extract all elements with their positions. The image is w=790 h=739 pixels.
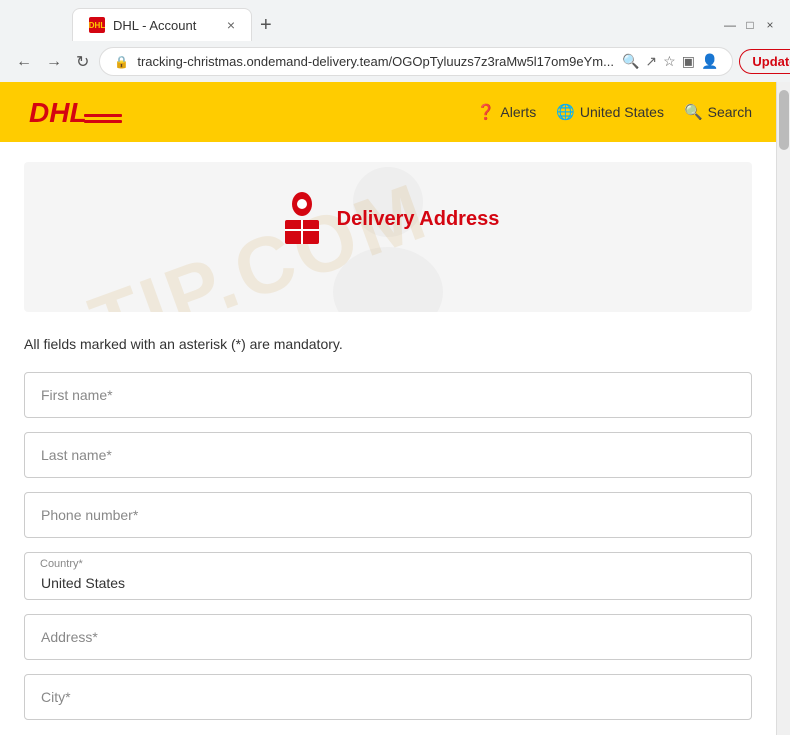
- browser-content: DHL ❓ Alerts 🌐 United States 🔍 Searc: [0, 82, 790, 735]
- dhl-nav: ❓ Alerts 🌐 United States 🔍 Search: [477, 103, 752, 121]
- url-text: tracking-christmas.ondemand-delivery.tea…: [137, 54, 614, 69]
- bookmark-icon[interactable]: ☆: [663, 53, 676, 70]
- scrollbar-track[interactable]: [776, 82, 790, 735]
- lastname-group: [24, 432, 752, 478]
- new-tab-button[interactable]: +: [252, 10, 280, 41]
- window-controls: — □ ×: [722, 17, 778, 33]
- firstname-input[interactable]: [24, 372, 752, 418]
- globe-icon: 🌐: [556, 103, 575, 121]
- browser-tab[interactable]: DHL DHL - Account ×: [72, 8, 252, 41]
- address-input[interactable]: [24, 614, 752, 660]
- delivery-form: Country*: [24, 372, 752, 720]
- browser-chrome: DHL DHL - Account × + — □ × ← → ↻ 🔒: [0, 0, 790, 82]
- forward-button[interactable]: →: [42, 49, 66, 75]
- firstname-group: [24, 372, 752, 418]
- delivery-card: TIP.COM Delivery Address: [24, 162, 752, 312]
- phone-group: [24, 492, 752, 538]
- delivery-icon-row: Delivery Address: [277, 192, 500, 247]
- dhl-logo-svg: DHL: [24, 92, 124, 132]
- country-label: Country*: [40, 558, 83, 570]
- tab-bar: DHL DHL - Account × +: [60, 8, 714, 41]
- close-button[interactable]: ×: [762, 17, 778, 33]
- tab-title: DHL - Account: [113, 18, 219, 33]
- nav-alerts[interactable]: ❓ Alerts: [477, 103, 536, 121]
- address-group: [24, 614, 752, 660]
- search-nav-icon: 🔍: [684, 103, 703, 121]
- lastname-input[interactable]: [24, 432, 752, 478]
- country-input[interactable]: [24, 552, 752, 600]
- delivery-title: Delivery Address: [337, 208, 500, 231]
- address-bar[interactable]: 🔒 tracking-christmas.ondemand-delivery.t…: [99, 47, 733, 76]
- form-description: All fields marked with an asterisk (*) a…: [24, 336, 752, 352]
- lock-icon: 🔒: [114, 55, 129, 69]
- tab-favicon: DHL: [89, 17, 105, 33]
- share-icon[interactable]: ↗: [645, 53, 657, 70]
- page-area: DHL ❓ Alerts 🌐 United States 🔍 Searc: [0, 82, 776, 735]
- address-bar-row: ← → ↻ 🔒 tracking-christmas.ondemand-deli…: [0, 41, 790, 82]
- city-group: [24, 674, 752, 720]
- address-bar-actions: 🔍 ↗ ☆ ▣ 👤: [622, 53, 718, 70]
- svg-text:DHL: DHL: [29, 97, 87, 128]
- alerts-icon: ❓: [477, 103, 496, 121]
- profile-icon[interactable]: 👤: [701, 53, 718, 70]
- dhl-logo: DHL: [24, 92, 124, 132]
- reload-button[interactable]: ↻: [72, 48, 93, 76]
- country-group: Country*: [24, 552, 752, 600]
- minimize-button[interactable]: —: [722, 17, 738, 33]
- page-content: TIP.COM Delivery Address: [0, 142, 776, 735]
- update-button[interactable]: Update: [739, 49, 790, 74]
- nav-search[interactable]: 🔍 Search: [684, 103, 752, 121]
- search-label: Search: [708, 104, 752, 120]
- nav-country[interactable]: 🌐 United States: [556, 103, 664, 121]
- maximize-button[interactable]: □: [742, 17, 758, 33]
- delivery-icon: [277, 192, 327, 247]
- country-label: United States: [580, 104, 664, 120]
- toolbar-icons: Update ⋮: [739, 49, 790, 74]
- alerts-label: Alerts: [500, 104, 536, 120]
- back-button[interactable]: ←: [12, 49, 36, 75]
- title-bar: DHL DHL - Account × + — □ ×: [0, 0, 790, 41]
- phone-input[interactable]: [24, 492, 752, 538]
- city-input[interactable]: [24, 674, 752, 720]
- dhl-header: DHL ❓ Alerts 🌐 United States 🔍 Searc: [0, 82, 776, 142]
- tab-close-button[interactable]: ×: [227, 17, 235, 33]
- country-input-wrapper: Country*: [24, 552, 752, 600]
- extensions-icon[interactable]: ▣: [682, 53, 695, 70]
- search-icon[interactable]: 🔍: [622, 53, 639, 70]
- scrollbar-thumb[interactable]: [779, 90, 789, 150]
